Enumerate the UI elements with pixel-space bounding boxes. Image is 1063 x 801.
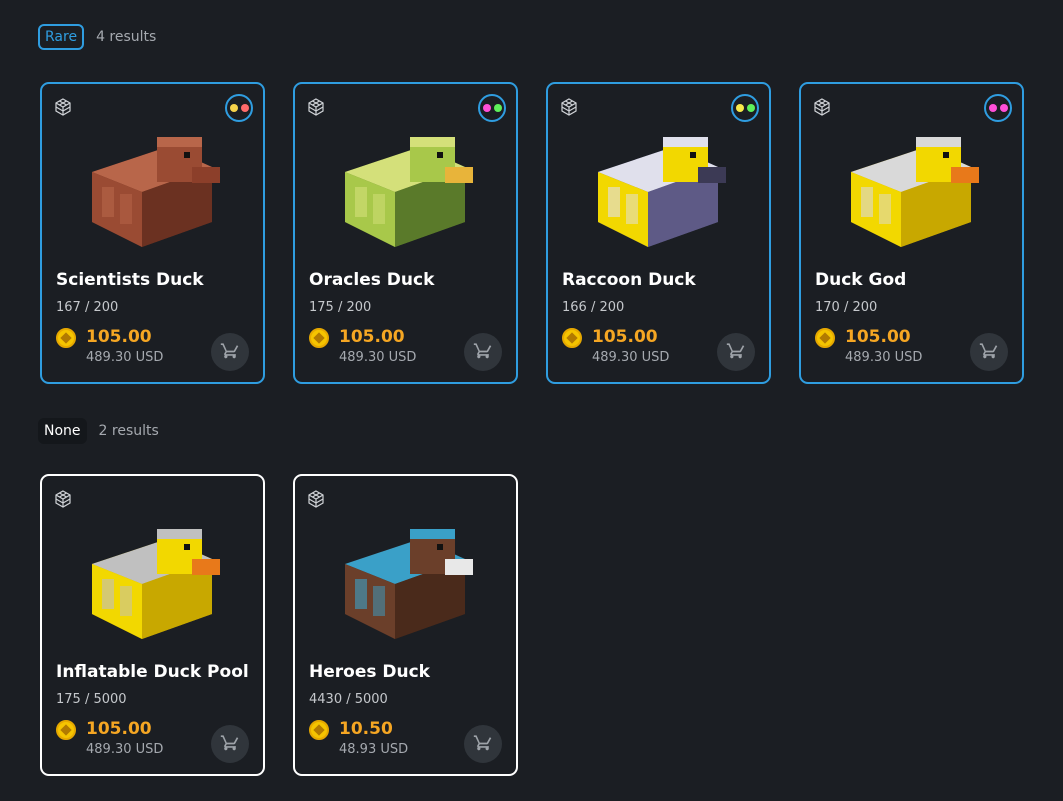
section-header-rare: Rare 4 results — [38, 24, 156, 50]
product-card[interactable]: Raccoon Duck 166 / 200 105.00 489.30 USD — [546, 82, 771, 384]
item-price: 105.00 — [845, 327, 911, 347]
rarity-filter-tag[interactable]: Rare — [38, 24, 85, 50]
item-name: Inflatable Duck Pool — [56, 662, 249, 682]
item-usd-price: 489.30 USD — [86, 742, 164, 757]
color-dot — [240, 104, 249, 112]
product-card[interactable]: Scientists Duck 167 / 200 105.00 489.30 … — [40, 82, 265, 384]
cube-icon[interactable] — [812, 97, 832, 117]
cube-icon[interactable] — [306, 97, 326, 117]
coin-icon — [56, 328, 76, 348]
item-usd-price: 489.30 USD — [592, 350, 670, 365]
item-usd-price: 489.30 USD — [339, 350, 417, 365]
rarity-filter-tag[interactable]: None — [38, 418, 87, 444]
item-supply: 166 / 200 — [562, 300, 625, 315]
cube-icon[interactable] — [53, 97, 73, 117]
cube-icon[interactable] — [53, 489, 73, 509]
item-price: 10.50 — [339, 719, 393, 739]
item-name: Oracles Duck — [309, 270, 435, 290]
item-supply: 170 / 200 — [815, 300, 878, 315]
item-usd-price: 489.30 USD — [845, 350, 923, 365]
cart-icon — [979, 340, 999, 364]
coin-icon — [309, 720, 329, 740]
item-price: 105.00 — [339, 327, 405, 347]
product-card[interactable]: Inflatable Duck Pool 175 / 5000 105.00 4… — [40, 474, 265, 776]
cart-icon — [726, 340, 746, 364]
item-name: Heroes Duck — [309, 662, 430, 682]
cube-icon[interactable] — [306, 489, 326, 509]
item-supply: 167 / 200 — [56, 300, 119, 315]
section-header-none: None 2 results — [38, 418, 159, 444]
color-dot — [999, 104, 1008, 112]
color-dot — [229, 104, 238, 112]
cart-icon — [473, 732, 493, 756]
item-price: 105.00 — [86, 719, 152, 739]
color-dot — [746, 104, 755, 112]
duck-image — [72, 504, 237, 644]
item-usd-price: 48.93 USD — [339, 742, 409, 757]
item-supply: 175 / 200 — [309, 300, 372, 315]
duck-image — [72, 112, 237, 252]
duck-image — [325, 504, 490, 644]
cube-icon[interactable] — [559, 97, 579, 117]
item-name: Scientists Duck — [56, 270, 204, 290]
coin-icon — [56, 720, 76, 740]
color-dot — [482, 104, 491, 112]
duck-image — [325, 112, 490, 252]
duck-image — [578, 112, 743, 252]
product-card[interactable]: Duck God 170 / 200 105.00 489.30 USD — [799, 82, 1024, 384]
product-card[interactable]: Heroes Duck 4430 / 5000 10.50 48.93 USD — [293, 474, 518, 776]
cart-icon — [220, 340, 240, 364]
item-price: 105.00 — [592, 327, 658, 347]
item-supply: 4430 / 5000 — [309, 692, 388, 707]
rarity-badge — [731, 94, 759, 122]
add-to-cart-button[interactable] — [211, 333, 249, 371]
item-usd-price: 489.30 USD — [86, 350, 164, 365]
rarity-badge — [984, 94, 1012, 122]
add-to-cart-button[interactable] — [464, 333, 502, 371]
color-dot — [735, 104, 744, 112]
color-dot — [493, 104, 502, 112]
result-count: 4 results — [96, 29, 157, 45]
add-to-cart-button[interactable] — [211, 725, 249, 763]
rarity-badge — [478, 94, 506, 122]
item-supply: 175 / 5000 — [56, 692, 127, 707]
item-name: Raccoon Duck — [562, 270, 696, 290]
color-dot — [988, 104, 997, 112]
coin-icon — [562, 328, 582, 348]
coin-icon — [815, 328, 835, 348]
add-to-cart-button[interactable] — [464, 725, 502, 763]
coin-icon — [309, 328, 329, 348]
item-price: 105.00 — [86, 327, 152, 347]
duck-image — [831, 112, 996, 252]
cart-icon — [473, 340, 493, 364]
result-count: 2 results — [98, 423, 159, 439]
cart-icon — [220, 732, 240, 756]
product-card[interactable]: Oracles Duck 175 / 200 105.00 489.30 USD — [293, 82, 518, 384]
add-to-cart-button[interactable] — [970, 333, 1008, 371]
item-name: Duck God — [815, 270, 907, 290]
add-to-cart-button[interactable] — [717, 333, 755, 371]
rarity-badge — [225, 94, 253, 122]
